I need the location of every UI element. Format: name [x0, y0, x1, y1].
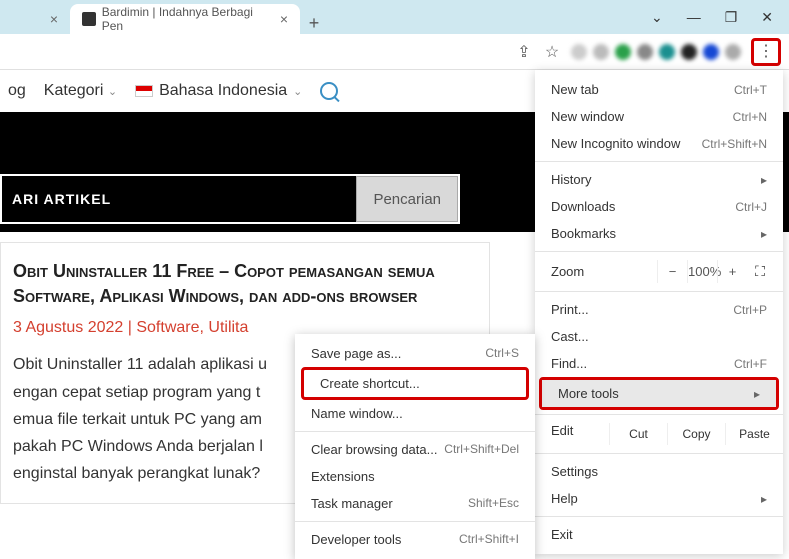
paste-button[interactable]: Paste	[725, 423, 783, 445]
share-icon[interactable]: ⇪	[515, 43, 533, 61]
kebab-highlight: ⋮	[751, 38, 781, 66]
menu-new-window[interactable]: New windowCtrl+N	[535, 103, 783, 130]
menu-cast[interactable]: Cast...	[535, 323, 783, 350]
chevron-down-icon: ⌄	[293, 85, 302, 98]
menu-history[interactable]: History▸	[535, 166, 783, 193]
menu-new-tab[interactable]: New tabCtrl+T	[535, 76, 783, 103]
zoom-in-button[interactable]: +	[717, 260, 747, 283]
arrow-right-icon: ▸	[761, 492, 767, 506]
more-tools-highlight: More tools▸	[539, 377, 779, 410]
menu-settings[interactable]: Settings	[535, 458, 783, 485]
close-icon[interactable]: ×	[50, 11, 58, 27]
tab-active[interactable]: Bardimin | Indahnya Berbagi Pen ×	[70, 4, 300, 34]
zoom-value: 100%	[687, 260, 717, 283]
menu-downloads[interactable]: DownloadsCtrl+J	[535, 193, 783, 220]
submenu-create-shortcut[interactable]: Create shortcut...	[304, 370, 526, 397]
menu-print[interactable]: Print...Ctrl+P	[535, 296, 783, 323]
zoom-out-button[interactable]: −	[657, 260, 687, 283]
article-title: Obit Uninstaller 11 Free – Copot pemasan…	[13, 259, 477, 309]
search-bar: ARI ARTIKEL Pencarian	[0, 174, 460, 224]
submenu-save-page[interactable]: Save page as...Ctrl+S	[295, 340, 535, 367]
nav-item-language[interactable]: Bahasa Indonesia ⌄	[135, 82, 302, 100]
menu-exit[interactable]: Exit	[535, 521, 783, 548]
nav-item[interactable]: og	[8, 82, 26, 100]
search-label: ARI ARTIKEL	[2, 191, 356, 207]
more-tools-submenu: Save page as...Ctrl+S Create shortcut...…	[295, 334, 535, 559]
submenu-clear-browsing[interactable]: Clear browsing data...Ctrl+Shift+Del	[295, 436, 535, 463]
favicon-icon	[82, 12, 96, 26]
chevron-down-icon: ⌄	[108, 86, 117, 98]
submenu-extensions[interactable]: Extensions	[295, 463, 535, 490]
submenu-task-manager[interactable]: Task managerShift+Esc	[295, 490, 535, 517]
menu-find[interactable]: Find...Ctrl+F	[535, 350, 783, 377]
submenu-name-window[interactable]: Name window...	[295, 400, 535, 427]
search-icon[interactable]	[320, 82, 338, 100]
submenu-dev-tools[interactable]: Developer toolsCtrl+Shift+I	[295, 526, 535, 553]
extension-icons	[571, 44, 741, 60]
nav-item-kategori[interactable]: Kategori ⌄	[44, 82, 117, 100]
fullscreen-icon[interactable]: ⛶	[747, 263, 773, 280]
close-icon[interactable]: ×	[280, 11, 288, 27]
menu-more-tools[interactable]: More tools▸	[542, 380, 776, 407]
maximize-button[interactable]: ❐	[725, 9, 738, 26]
new-tab-button[interactable]: +	[300, 13, 328, 34]
close-button[interactable]: ✕	[761, 9, 773, 26]
menu-edit-row: Edit Cut Copy Paste	[535, 419, 783, 449]
toolbar: ⇪ ☆ ⋮	[0, 34, 789, 70]
star-icon[interactable]: ☆	[543, 43, 561, 61]
copy-button[interactable]: Copy	[667, 423, 725, 445]
menu-help[interactable]: Help▸	[535, 485, 783, 512]
arrow-right-icon: ▸	[761, 173, 767, 187]
titlebar: × Bardimin | Indahnya Berbagi Pen × + ⌄ …	[0, 0, 789, 34]
window-controls: ⌄ — ❐ ✕	[651, 9, 789, 34]
menu-bookmarks[interactable]: Bookmarks▸	[535, 220, 783, 247]
cut-button[interactable]: Cut	[609, 423, 667, 445]
minimize-button[interactable]: —	[687, 9, 701, 26]
tab-inactive[interactable]: ×	[0, 4, 70, 34]
menu-new-incognito[interactable]: New Incognito windowCtrl+Shift+N	[535, 130, 783, 157]
menu-zoom: Zoom − 100% + ⛶	[535, 256, 783, 287]
flag-icon	[135, 85, 153, 97]
search-button[interactable]: Pencarian	[356, 176, 458, 222]
arrow-right-icon: ▸	[761, 227, 767, 241]
arrow-right-icon: ▸	[754, 387, 760, 401]
more-icon[interactable]: ⋮	[758, 43, 774, 60]
chevron-down-icon[interactable]: ⌄	[651, 9, 663, 26]
chrome-menu: New tabCtrl+T New windowCtrl+N New Incog…	[535, 70, 783, 554]
create-shortcut-highlight: Create shortcut...	[301, 367, 529, 400]
tab-title: Bardimin | Indahnya Berbagi Pen	[102, 5, 274, 33]
